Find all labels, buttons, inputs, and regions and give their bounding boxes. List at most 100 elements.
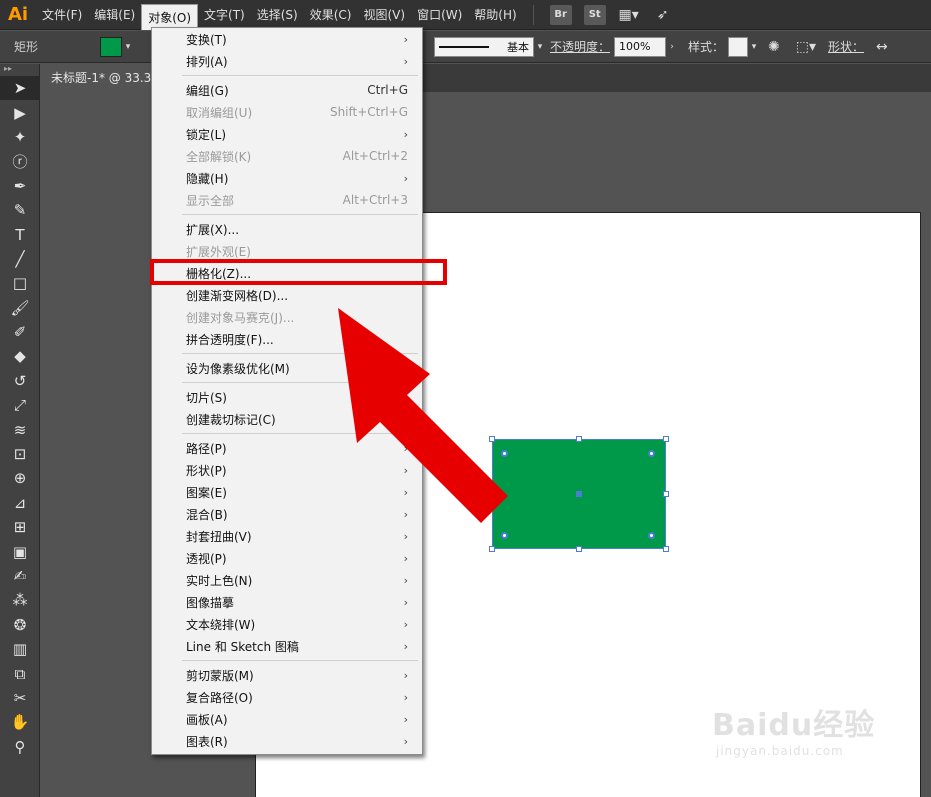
watermark-url: jingyan.baidu.com (716, 744, 844, 758)
corner-radius-widget[interactable] (648, 450, 655, 457)
menu-item-30[interactable]: 图表(R) › (152, 730, 422, 752)
document-tab[interactable]: 未标题-1* @ 33.3 (41, 64, 161, 92)
menu-item-25[interactable]: 文本绕排(W) › (152, 613, 422, 635)
menu-view[interactable]: 视图(V) (357, 0, 411, 30)
control-bar: 矩形 ▾ 基本 ▾ 不透明度： 100% › 样式： ▾ ✺ ⬚▾ 形状： ↔ (0, 31, 931, 63)
menu-item-label: 扩展(X)... (186, 222, 240, 237)
resize-handle[interactable] (489, 546, 495, 552)
menu-item-6[interactable]: 隐藏(H) › (152, 167, 422, 189)
menu-file[interactable]: 文件(F) (36, 0, 88, 30)
opacity-input[interactable]: 100% (614, 36, 667, 57)
menu-item-0[interactable]: 变换(T) › (152, 28, 422, 50)
stroke-profile-dropdown[interactable]: 基本 (434, 36, 534, 57)
menu-item-label: 全部解锁(K) (186, 149, 252, 164)
slice-tool-icon[interactable]: ✂ (0, 686, 40, 710)
menu-type[interactable]: 文字(T) (198, 0, 251, 30)
artboard-tool-icon[interactable]: ⧉ (0, 661, 40, 685)
align-selection-icon[interactable]: ⬚▾ (796, 39, 816, 55)
menu-effect[interactable]: 效果(C) (304, 0, 358, 30)
menu-item-label: 图像描摹 (186, 595, 235, 610)
chevron-right-icon: › (403, 690, 408, 704)
shaper-tool-icon[interactable]: ✐ (0, 320, 40, 344)
corner-radius-widget[interactable] (648, 532, 655, 539)
chevron-down-icon[interactable]: ▾ (122, 42, 134, 52)
stroke-line-icon (439, 45, 489, 48)
eraser-tool-icon[interactable]: ◆ (0, 344, 40, 368)
menu-item-shortcut: Shift+Ctrl+G (329, 105, 408, 119)
menu-item-shortcut: Ctrl+G (367, 83, 408, 97)
resize-handle[interactable] (663, 546, 669, 552)
menu-item-29[interactable]: 画板(A) › (152, 708, 422, 730)
menu-item-4[interactable]: 锁定(L) › (152, 123, 422, 145)
menu-item-23[interactable]: 实时上色(N) › (152, 569, 422, 591)
menu-item-3: 取消编组(U) Shift+Ctrl+G (152, 101, 422, 123)
menu-window[interactable]: 窗口(W) (411, 0, 468, 30)
symbol-sprayer-tool-icon[interactable]: ❂ (0, 613, 40, 637)
rotate-tool-icon[interactable]: ↺ (0, 369, 40, 393)
menu-item-1[interactable]: 排列(A) › (152, 50, 422, 72)
graphic-style-swatch[interactable] (728, 36, 749, 57)
fill-color-swatch[interactable] (100, 36, 122, 57)
menu-item-22[interactable]: 透视(P) › (152, 547, 422, 569)
highlight-annotation (150, 259, 447, 285)
shape-builder-tool-icon[interactable]: ⊕ (0, 466, 40, 490)
menu-help[interactable]: 帮助(H) (468, 0, 522, 30)
resize-handle[interactable] (663, 491, 669, 497)
workspace-layout-icon[interactable]: ▦▾ (618, 5, 640, 25)
chevron-right-icon: › (403, 639, 408, 653)
opacity-label[interactable]: 不透明度： (550, 38, 610, 55)
menu-item-label: 变换(T) (186, 32, 227, 47)
free-transform-tool-icon[interactable]: ⊡ (0, 442, 40, 466)
paintbrush-tool-icon[interactable]: 🖌 (0, 296, 40, 320)
type-tool-icon[interactable]: T (0, 222, 40, 246)
resize-handle[interactable] (576, 436, 582, 442)
lasso-tool-icon[interactable]: ⓡ (0, 149, 40, 173)
chevron-down-icon[interactable]: ▾ (748, 42, 760, 52)
menu-item-label: 透视(P) (186, 551, 227, 566)
blend-tool-icon[interactable]: ⁂ (0, 588, 40, 612)
shape-properties-label[interactable]: 形状： (828, 38, 864, 55)
zoom-tool-icon[interactable]: ⚲ (0, 735, 40, 759)
line-tool-icon[interactable]: ╱ (0, 247, 40, 271)
recolor-artwork-icon[interactable]: ✺ (768, 39, 780, 55)
chevron-right-icon[interactable]: › (666, 42, 678, 52)
chevron-right-icon: › (403, 734, 408, 748)
panel-grip-icon[interactable]: ▸▸ (0, 64, 39, 76)
chevron-down-icon[interactable]: ▾ (534, 42, 546, 52)
rectangle-tool-icon[interactable]: □ (0, 271, 40, 295)
width-icon[interactable]: ↔ (876, 39, 888, 55)
column-graph-tool-icon[interactable]: ▥ (0, 637, 40, 661)
magic-wand-tool-icon[interactable]: ✦ (0, 125, 40, 149)
style-label: 样式： (688, 40, 725, 54)
menu-item-shortcut: Alt+Ctrl+2 (342, 149, 408, 163)
menu-select[interactable]: 选择(S) (251, 0, 304, 30)
menu-item-8[interactable]: 扩展(X)... (152, 218, 422, 240)
warp-tool-icon[interactable]: ≋ (0, 417, 40, 441)
mesh-tool-icon[interactable]: ⊞ (0, 515, 40, 539)
menu-object[interactable]: 对象(O) (141, 3, 199, 30)
pen-tool-icon[interactable]: ✒ (0, 174, 40, 198)
eyedropper-tool-icon[interactable]: ✍ (0, 564, 40, 588)
menu-item-26[interactable]: Line 和 Sketch 图稿 › (152, 635, 422, 657)
stock-button[interactable]: St (583, 4, 606, 25)
menu-item-24[interactable]: 图像描摹 › (152, 591, 422, 613)
perspective-grid-tool-icon[interactable]: ⊿ (0, 491, 40, 515)
resize-handle[interactable] (663, 436, 669, 442)
rocket-icon[interactable]: ➶ (652, 5, 674, 25)
hand-tool-icon[interactable]: ✋ (0, 710, 40, 734)
resize-handle[interactable] (576, 546, 582, 552)
menubar-divider (532, 4, 534, 25)
direct-selection-tool-icon[interactable]: ▶ (0, 100, 40, 124)
center-point (576, 491, 582, 497)
selection-tool-icon[interactable]: ➤ (0, 76, 40, 101)
menu-item-27[interactable]: 剪切蒙版(M) › (152, 664, 422, 686)
scale-tool-icon[interactable]: ⤢ (0, 393, 40, 417)
gradient-tool-icon[interactable]: ▣ (0, 539, 40, 563)
stroke-profile-label: 基本 (507, 40, 529, 54)
menu-item-2[interactable]: 编组(G) Ctrl+G (152, 79, 422, 101)
curvature-tool-icon[interactable]: ✎ (0, 198, 40, 222)
bridge-button[interactable]: Br (549, 4, 572, 25)
menu-edit[interactable]: 编辑(E) (88, 0, 141, 30)
menu-item-28[interactable]: 复合路径(O) › (152, 686, 422, 708)
menu-item-label: 锁定(L) (186, 127, 227, 142)
